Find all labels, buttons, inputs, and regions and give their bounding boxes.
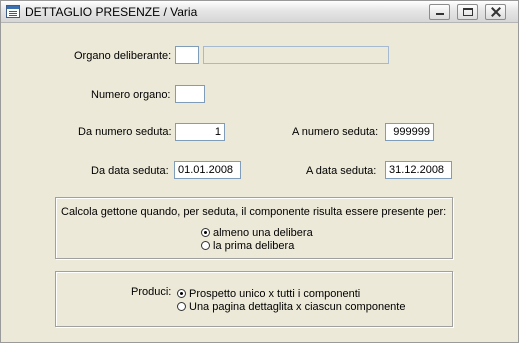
radio-unselected-icon [201,241,210,250]
a-data-seduta-input[interactable]: 31.12.2008 [385,161,452,179]
radio-la-prima-delibera-label: la prima delibera [213,240,295,252]
minimize-icon [436,13,444,15]
dettaglio-presenze-window: DETTAGLIO PRESENZE / Varia Organo delibe… [0,0,519,343]
minimize-button[interactable] [429,4,450,20]
organo-deliberante-code-input[interactable] [175,46,199,64]
a-numero-seduta-input[interactable]: 999999 [385,123,434,141]
da-data-seduta-label: Da data seduta: [91,165,169,177]
radio-prospetto-unico[interactable]: Prospetto unico x tutti i componenti [177,288,360,300]
radio-pagina-dettaglita-label: Una pagina dettaglita x ciascun componen… [189,301,406,313]
da-numero-seduta-label: Da numero seduta: [78,126,172,138]
close-button[interactable] [485,4,506,20]
window-title: DETTAGLIO PRESENZE / Varia [25,5,198,19]
radio-prospetto-unico-label: Prospetto unico x tutti i componenti [189,288,361,300]
gettone-caption: Calcola gettone quando, per seduta, il c… [61,206,447,218]
maximize-button[interactable] [457,4,478,20]
a-data-seduta-label: A data seduta: [306,165,377,177]
maximize-icon [463,8,473,16]
da-numero-seduta-input[interactable]: 1 [175,123,225,141]
numero-organo-label: Numero organo: [91,89,171,101]
radio-selected-icon [201,228,210,237]
a-numero-seduta-label: A numero seduta: [292,126,379,138]
radio-almeno-una-delibera[interactable]: almeno una delibera [201,227,313,239]
radio-pagina-dettaglita[interactable]: Una pagina dettaglita x ciascun componen… [177,301,405,313]
form-window-icon[interactable] [6,5,20,18]
produci-caption: Produci: [131,286,172,298]
title-bar[interactable]: DETTAGLIO PRESENZE / Varia [1,1,518,23]
radio-selected-icon [177,289,186,298]
da-data-seduta-input[interactable]: 01.01.2008 [174,161,241,179]
radio-unselected-icon [177,302,186,311]
radio-la-prima-delibera[interactable]: la prima delibera [201,240,294,252]
numero-organo-input[interactable] [175,85,205,103]
organo-deliberante-description-field [203,46,389,64]
organo-deliberante-label: Organo deliberante: [74,50,172,62]
close-icon [491,7,501,17]
radio-almeno-una-delibera-label: almeno una delibera [213,227,313,239]
